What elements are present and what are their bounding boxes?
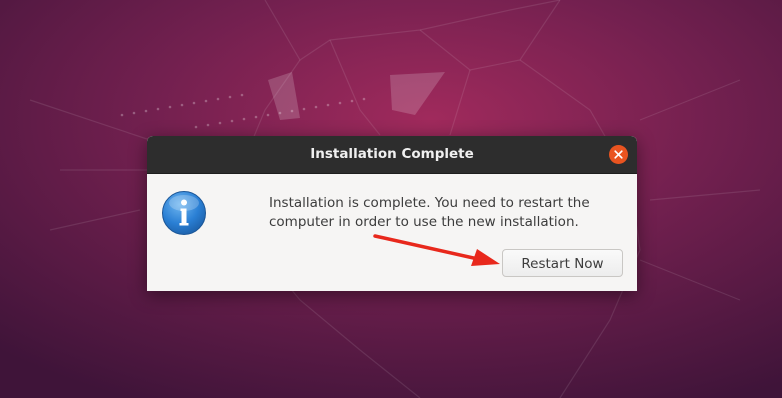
dialog-titlebar[interactable]: Installation Complete [147,136,637,174]
restart-now-button[interactable]: Restart Now [502,249,623,277]
info-icon [162,191,206,235]
dialog-message: Installation is complete. You need to re… [269,195,590,230]
close-button[interactable] [609,145,628,164]
close-icon [614,150,623,159]
installation-complete-dialog: Installation Complete Installation is co… [147,136,637,291]
dialog-title: Installation Complete [310,146,474,162]
